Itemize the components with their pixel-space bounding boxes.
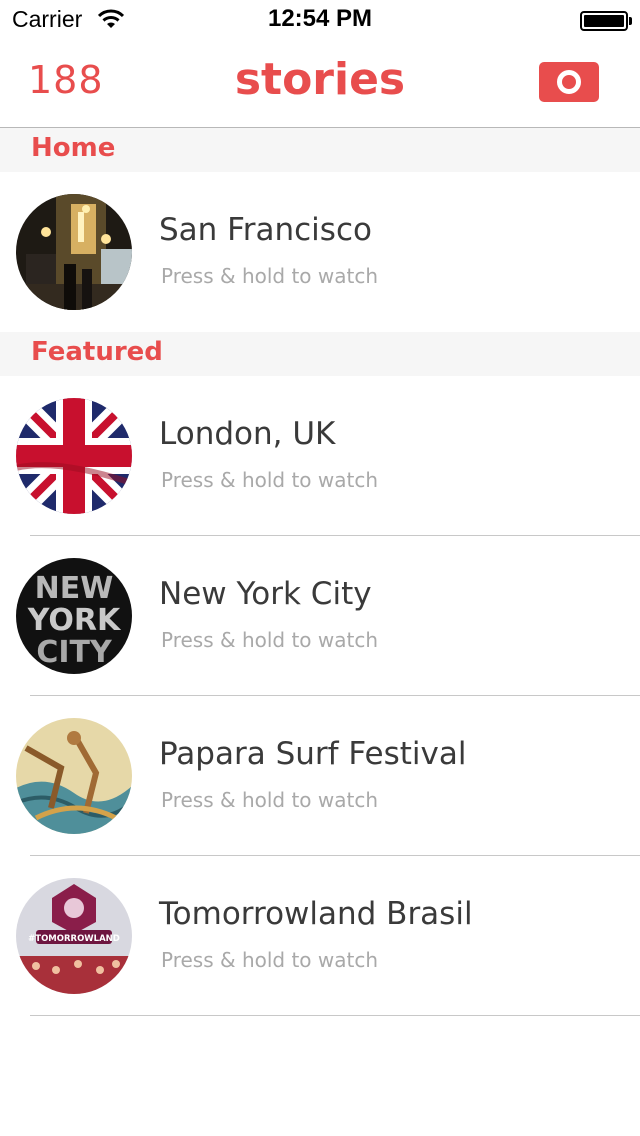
nav-bar: 188 stories bbox=[0, 40, 640, 128]
story-title: San Francisco bbox=[159, 212, 372, 248]
story-subtitle: Press & hold to watch bbox=[161, 628, 379, 652]
nyc-thumb-line-3: CITY bbox=[36, 635, 113, 670]
story-subtitle: Press & hold to watch bbox=[161, 948, 379, 972]
row-divider bbox=[30, 1015, 640, 1016]
status-bar: Carrier 12:54 PM bbox=[0, 0, 640, 40]
story-thumbnail-papara-surf bbox=[16, 718, 132, 834]
tomorrowland-thumb-label: #TOMORROWLAND bbox=[28, 934, 120, 944]
nyc-thumb-line-1: NEW bbox=[35, 571, 114, 606]
story-thumbnail-new-york: NEW YORK CITY bbox=[16, 558, 132, 674]
story-title: Papara Surf Festival bbox=[159, 736, 467, 772]
new-york-city-image: NEW YORK CITY bbox=[16, 558, 132, 674]
section-header-featured: Featured bbox=[0, 332, 640, 376]
story-title: Tomorrowland Brasil bbox=[159, 896, 473, 932]
battery-tip bbox=[629, 17, 632, 25]
story-row-london[interactable]: London, UK Press & hold to watch bbox=[0, 376, 640, 536]
story-thumbnail-london bbox=[16, 398, 132, 514]
story-subtitle: Press & hold to watch bbox=[161, 788, 379, 812]
tomorrowland-image: #TOMORROWLAND bbox=[16, 878, 132, 994]
surf-festival-image bbox=[16, 718, 132, 834]
story-thumbnail-tomorrowland: #TOMORROWLAND bbox=[16, 878, 132, 994]
nyc-thumb-line-2: YORK bbox=[27, 603, 122, 638]
story-subtitle: Press & hold to watch bbox=[161, 264, 379, 288]
story-subtitle: Press & hold to watch bbox=[161, 468, 379, 492]
section-header-label: Home bbox=[31, 133, 116, 163]
camera-button[interactable] bbox=[539, 62, 599, 102]
story-row-tomorrowland[interactable]: #TOMORROWLAND Tomorrowland Brasil Press … bbox=[0, 856, 640, 1016]
status-time: 12:54 PM bbox=[267, 5, 373, 32]
story-title: London, UK bbox=[159, 416, 336, 452]
section-header-home: Home bbox=[0, 128, 640, 172]
story-title: New York City bbox=[159, 576, 372, 612]
story-row-new-york[interactable]: NEW YORK CITY New York City Press & hold… bbox=[0, 536, 640, 696]
san-francisco-image bbox=[16, 194, 132, 310]
section-header-label: Featured bbox=[31, 337, 163, 367]
camera-icon bbox=[557, 70, 581, 94]
story-thumbnail-san-francisco bbox=[16, 194, 132, 310]
story-row-san-francisco[interactable]: San Francisco Press & hold to watch bbox=[0, 172, 640, 332]
story-row-papara-surf[interactable]: Papara Surf Festival Press & hold to wat… bbox=[0, 696, 640, 856]
battery-icon bbox=[580, 11, 628, 31]
union-jack-image bbox=[16, 398, 132, 514]
